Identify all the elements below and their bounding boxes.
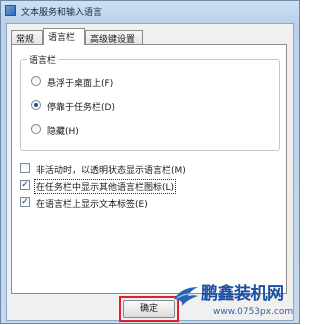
checkbox-checked[interactable]: ✓ (20, 180, 30, 190)
site-watermark: 鹏鑫装机网 www.0753px.com (173, 279, 299, 325)
checkbox-label: 在任务栏中显示其他语言栏图标(L) (33, 179, 177, 194)
tab-advanced-key-settings[interactable]: 高级键设置 (85, 30, 143, 45)
radio-button-selected[interactable] (31, 100, 41, 110)
radio-label: 停靠于任务栏(D) (47, 103, 115, 113)
checkbox-label: 在语言栏上显示文本标签(E) (36, 200, 148, 210)
radio-button[interactable] (31, 124, 41, 134)
radio-label: 隐藏(H) (47, 127, 79, 137)
tab-panel: 语言栏 悬浮于桌面上(F) 停靠于任务栏(D) 隐藏(H) 非活动时，以透明状态… (11, 44, 287, 294)
radio-label: 悬浮于桌面上(F) (47, 79, 114, 89)
eagle-logo-icon (174, 287, 198, 306)
tab-language-bar[interactable]: 语言栏 (43, 28, 85, 45)
tab-general[interactable]: 常规 (11, 30, 43, 45)
dialog-client: 常规 语言栏 高级键设置 语言栏 悬浮于桌面上(F) 停靠于任务栏(D) 隐藏(… (6, 23, 294, 322)
app-icon (5, 5, 16, 16)
checkbox[interactable] (20, 163, 30, 173)
language-bar-group: 语言栏 悬浮于桌面上(F) 停靠于任务栏(D) 隐藏(H) (20, 53, 280, 151)
watermark-url: www.0753px.com (213, 307, 294, 317)
dialog-window: 文本服务和输入语言 常规 语言栏 高级键设置 语言栏 悬浮于桌面上(F) 停靠于… (0, 0, 300, 324)
radio-button[interactable] (31, 76, 41, 86)
ok-button[interactable]: 确定 (123, 300, 175, 318)
checkbox-checked[interactable]: ✓ (20, 197, 30, 207)
checkbox-label: 非活动时，以透明状态显示语言栏(M) (36, 166, 186, 176)
title-bar[interactable]: 文本服务和输入语言 (1, 1, 299, 21)
window-title: 文本服务和输入语言 (21, 8, 103, 18)
group-label: 语言栏 (27, 53, 59, 66)
watermark-name: 鹏鑫装机网 (201, 284, 284, 304)
